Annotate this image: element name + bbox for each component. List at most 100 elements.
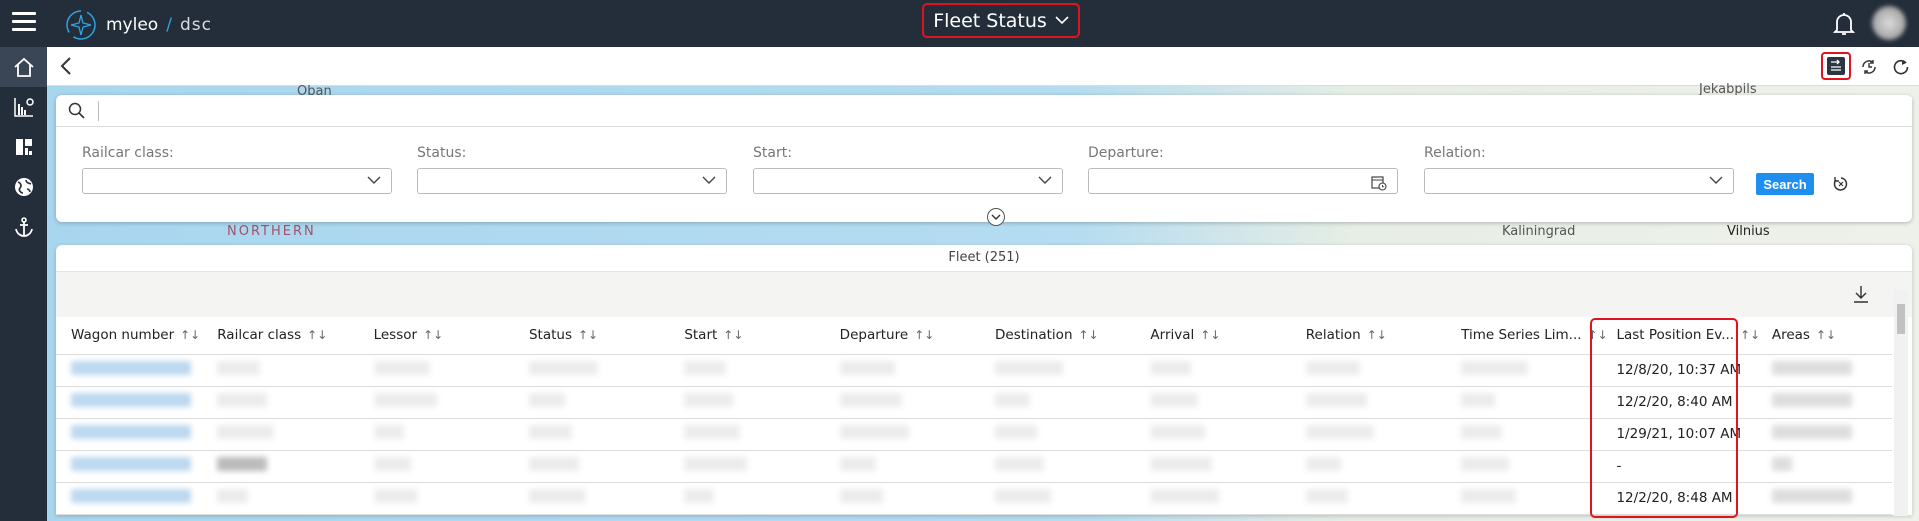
sort-icon[interactable]: ↑↓: [180, 328, 200, 342]
refresh-clock-icon: [1862, 60, 1876, 74]
redacted-value: [1150, 457, 1213, 471]
column-header[interactable]: Time Series Lim... ↑↓: [1446, 317, 1608, 355]
column-header[interactable]: Departure ↑↓: [824, 317, 981, 355]
refresh-button[interactable]: [1889, 55, 1913, 79]
notifications-bell-icon[interactable]: [1832, 11, 1856, 41]
search-bar[interactable]: [56, 95, 1912, 127]
table-cell: [1446, 450, 1602, 483]
page-title-dropdown[interactable]: Fleet Status: [922, 3, 1080, 38]
sort-icon[interactable]: ↑↓: [423, 328, 443, 342]
table-cell: 12/8/20, 10:37 AM: [1601, 354, 1757, 387]
table-cell: [358, 418, 514, 451]
redacted-value: [373, 489, 418, 503]
table-row[interactable]: -: [56, 450, 1892, 483]
table-cell: [358, 386, 514, 419]
sidebar-item-home[interactable]: [0, 47, 47, 87]
redacted-value: [1461, 393, 1496, 407]
table-cell: 12/2/20, 8:40 AM: [1601, 386, 1757, 419]
redacted-value[interactable]: [71, 393, 191, 407]
sidebar-item-dashboard[interactable]: [0, 127, 47, 167]
departure-date-input[interactable]: [1088, 168, 1398, 194]
table-row[interactable]: 12/8/20, 10:37 AM: [56, 354, 1892, 387]
sort-icon[interactable]: ↑↓: [1367, 328, 1387, 342]
sort-icon[interactable]: ↑↓: [1816, 328, 1836, 342]
table-cell: [824, 482, 981, 515]
table-cell: [1446, 354, 1602, 387]
brand-name: myleo: [106, 15, 159, 35]
brand-logo[interactable]: myleo / dsc: [64, 8, 212, 42]
sort-icon[interactable]: ↑↓: [1079, 328, 1099, 342]
panel-toggle-icon: [1827, 57, 1845, 75]
table-cell: [1290, 386, 1447, 419]
calendar-clock-icon[interactable]: [1371, 175, 1387, 191]
sort-icon[interactable]: ↑↓: [914, 328, 934, 342]
fleet-table: Wagon number ↑↓ Railcar class ↑↓ Lessor ↑↓ Sta…: [56, 317, 1892, 515]
sidebar-item-map[interactable]: [0, 167, 47, 207]
redacted-value: [1150, 361, 1192, 375]
reset-filters-icon[interactable]: [1832, 175, 1850, 197]
fleet-table-panel: Fleet (251) Wagon number ↑↓ Railcar class ↑…: [56, 245, 1912, 515]
table-cell: [1446, 482, 1602, 515]
table-cell: [824, 418, 981, 451]
redacted-value[interactable]: [71, 489, 191, 503]
search-button[interactable]: Search: [1756, 173, 1814, 195]
table-row[interactable]: 12/2/20, 8:40 AM: [56, 386, 1892, 419]
railcar-class-select[interactable]: [82, 168, 392, 194]
redacted-value: [1150, 425, 1206, 439]
back-arrow-icon[interactable]: [59, 56, 73, 80]
table-row[interactable]: 1/29/21, 10:07 AM: [56, 418, 1892, 451]
panel-toggle-button[interactable]: [1821, 52, 1851, 80]
user-avatar[interactable]: [1872, 6, 1906, 40]
table-cell: [358, 450, 514, 483]
expand-filters-toggle[interactable]: [987, 208, 1005, 226]
chevron-down-icon: [367, 176, 381, 184]
column-header[interactable]: Start ↑↓: [669, 317, 825, 355]
search-input[interactable]: [105, 96, 1912, 125]
scrollbar-thumb[interactable]: [1897, 304, 1905, 334]
refresh-icon: [1893, 59, 1909, 75]
table-cell: [1135, 354, 1291, 387]
start-select[interactable]: [753, 168, 1063, 194]
column-header[interactable]: Relation ↑↓: [1290, 317, 1447, 355]
filter-start: Start:: [753, 145, 1063, 194]
sidebar-item-analytics[interactable]: [0, 87, 47, 127]
sidebar-item-anchor[interactable]: [0, 207, 47, 247]
table-cell: [202, 354, 359, 387]
redacted-value: [217, 457, 268, 471]
column-header[interactable]: Wagon number ↑↓: [56, 317, 203, 355]
table-cell: [669, 450, 825, 483]
column-header[interactable]: Arrival ↑↓: [1135, 317, 1291, 355]
redacted-value: [995, 361, 1064, 375]
filter-label: Railcar class:: [82, 145, 174, 161]
sub-toolbar: [47, 47, 1919, 86]
auto-refresh-button[interactable]: [1857, 55, 1881, 79]
dashboard-icon: [15, 139, 32, 155]
redacted-value: [1150, 489, 1220, 503]
redacted-value[interactable]: [71, 425, 191, 439]
redacted-value[interactable]: [71, 457, 191, 471]
sort-icon[interactable]: ↑↓: [723, 328, 743, 342]
map-label: Vilnius: [1727, 224, 1770, 239]
status-select[interactable]: [417, 168, 727, 194]
relation-select[interactable]: [1424, 168, 1734, 194]
column-header-label: Wagon number: [71, 327, 175, 344]
table-cell: [980, 354, 1136, 387]
table-row[interactable]: 12/2/20, 8:48 AM: [56, 482, 1892, 515]
column-header-label: Time Series Lim...: [1461, 327, 1582, 344]
column-header[interactable]: Railcar class ↑↓: [202, 317, 359, 355]
redacted-value: [373, 425, 404, 439]
download-icon[interactable]: [1852, 284, 1870, 308]
sort-icon[interactable]: ↑↓: [1200, 328, 1220, 342]
sort-icon[interactable]: ↑↓: [578, 328, 598, 342]
column-header[interactable]: Last Position Ev... ↑↓: [1601, 317, 1760, 355]
sort-icon[interactable]: ↑↓: [1740, 328, 1760, 342]
column-header[interactable]: Lessor ↑↓: [358, 317, 514, 355]
menu-icon[interactable]: [12, 12, 36, 32]
column-header[interactable]: Destination ↑↓: [980, 317, 1136, 355]
column-header[interactable]: Areas ↑↓: [1756, 317, 1892, 355]
sort-icon[interactable]: ↑↓: [307, 328, 327, 342]
sort-icon[interactable]: ↑↓: [1588, 328, 1608, 342]
redacted-value[interactable]: [71, 361, 191, 375]
column-header[interactable]: Status ↑↓: [513, 317, 670, 355]
table-scrollbar[interactable]: [1894, 290, 1908, 516]
